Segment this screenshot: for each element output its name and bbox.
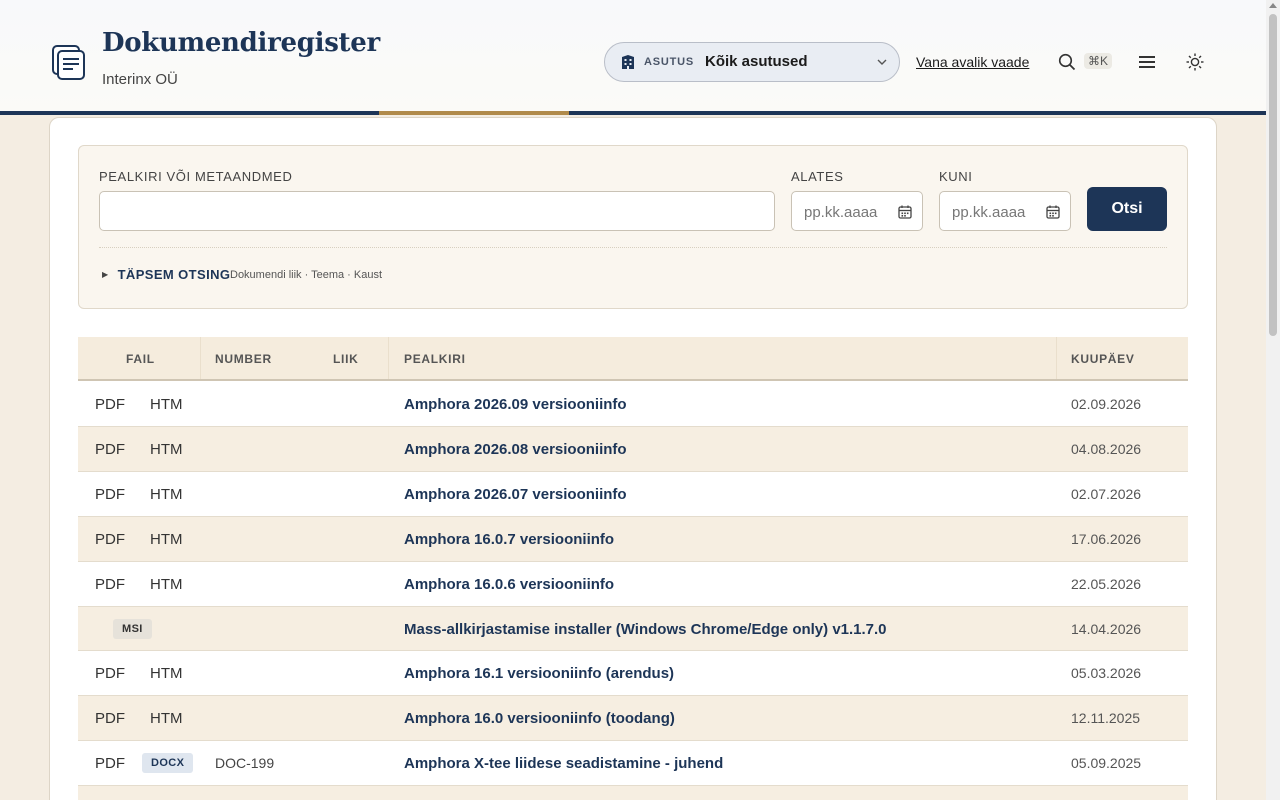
date-from-placeholder: pp.kk.aaaa bbox=[804, 204, 878, 221]
date-from-input[interactable]: pp.kk.aaaa bbox=[791, 191, 923, 231]
column-header-file[interactable]: FAIL bbox=[126, 352, 155, 366]
document-title-link[interactable]: Amphora 16.0.7 versiooniinfo bbox=[404, 531, 614, 548]
column-header-type[interactable]: LIIK bbox=[333, 352, 358, 366]
table-row[interactable]: PDF HTM Amphora 2026.09 versiooniinfo 02… bbox=[78, 382, 1188, 427]
table-row[interactable]: PDF DOCX DOC-199 Amphora X-tee liidese s… bbox=[78, 741, 1188, 786]
date-from-label: ALATES bbox=[791, 169, 844, 184]
advanced-search-hint: Dokumendi liik · Teema · Kaust bbox=[230, 269, 383, 281]
table-row[interactable]: PDF HTM Amphora 16.0 versiooniinfo (tood… bbox=[78, 696, 1188, 741]
calendar-icon[interactable] bbox=[1046, 205, 1060, 219]
document-date: 17.06.2026 bbox=[1071, 531, 1142, 547]
menu-icon[interactable] bbox=[1138, 54, 1156, 70]
app-header: Dokumendiregister Interinx OÜ ASUTUS Kõi… bbox=[0, 0, 1266, 112]
chevron-down-icon bbox=[877, 59, 887, 65]
document-title-link[interactable]: Amphora 2026.07 versiooniinfo bbox=[404, 486, 627, 503]
organization-select[interactable]: ASUTUS Kõik asutused bbox=[604, 42, 900, 82]
title-search-input[interactable] bbox=[99, 191, 775, 231]
document-title-link[interactable]: Amphora 2026.08 versiooniinfo bbox=[404, 441, 627, 458]
file-link-pdf[interactable]: PDF bbox=[95, 755, 125, 772]
triangle-right-icon: ▶ bbox=[102, 270, 109, 279]
shortcut-hint: ⌘K bbox=[1084, 53, 1113, 69]
table-header: FAIL NUMBER LIIK PEALKIRI KUUPÄEV bbox=[78, 337, 1188, 381]
file-badge-docx[interactable]: DOCX bbox=[142, 753, 194, 773]
document-date: 05.03.2026 bbox=[1071, 665, 1142, 681]
file-link-pdf[interactable]: PDF bbox=[95, 576, 125, 593]
document-date: 05.09.2025 bbox=[1071, 755, 1142, 771]
document-date: 14.04.2026 bbox=[1071, 621, 1142, 637]
header-divider bbox=[0, 111, 1266, 115]
date-to-placeholder: pp.kk.aaaa bbox=[952, 204, 1026, 221]
sun-icon[interactable] bbox=[1185, 52, 1205, 72]
advanced-search-toggle[interactable]: ▶ TÄPSEM OTSING bbox=[102, 267, 230, 282]
document-title-link[interactable]: Amphora 16.0.6 versiooniinfo bbox=[404, 576, 614, 593]
document-date: 02.09.2026 bbox=[1071, 396, 1142, 412]
organization-label: ASUTUS bbox=[644, 56, 695, 68]
filter-divider bbox=[99, 247, 1167, 248]
file-link-htm[interactable]: HTM bbox=[150, 396, 183, 413]
date-to-label: KUNI bbox=[939, 169, 973, 184]
file-badge-msi[interactable]: MSI bbox=[113, 619, 152, 639]
table-row[interactable]: PDF HTM Amphora 16.0.6 versiooniinfo 22.… bbox=[78, 562, 1188, 607]
date-to-input[interactable]: pp.kk.aaaa bbox=[939, 191, 1071, 231]
document-title-link[interactable]: Amphora 2026.09 versiooniinfo bbox=[404, 396, 627, 413]
advanced-search-label: TÄPSEM OTSING bbox=[117, 267, 231, 282]
file-link-pdf[interactable]: PDF bbox=[95, 531, 125, 548]
file-link-pdf[interactable]: PDF bbox=[95, 441, 125, 458]
file-link-pdf[interactable]: PDF bbox=[95, 710, 125, 727]
file-link-pdf[interactable]: PDF bbox=[95, 665, 125, 682]
file-link-htm[interactable]: HTM bbox=[150, 665, 183, 682]
app-subtitle: Interinx OÜ bbox=[102, 71, 178, 88]
document-title-link[interactable]: Amphora 16.0 versiooniinfo (toodang) bbox=[404, 710, 675, 727]
page-scrollbar[interactable] bbox=[1266, 0, 1280, 800]
document-title-link[interactable]: Mass-allkirjastamise installer (Windows … bbox=[404, 621, 887, 638]
table-row[interactable]: PDF HTM Amphora 2026.08 versiooniinfo 04… bbox=[78, 427, 1188, 472]
document-date: 02.07.2026 bbox=[1071, 486, 1142, 502]
file-link-pdf[interactable]: PDF bbox=[95, 396, 125, 413]
file-link-htm[interactable]: HTM bbox=[150, 576, 183, 593]
file-link-htm[interactable]: HTM bbox=[150, 710, 183, 727]
column-header-title[interactable]: PEALKIRI bbox=[404, 352, 466, 366]
calendar-icon[interactable] bbox=[898, 205, 912, 219]
table-row[interactable]: PDF HTM Amphora 2026.07 versiooniinfo 02… bbox=[78, 472, 1188, 517]
app-title[interactable]: Dokumendiregister bbox=[102, 28, 380, 58]
document-date: 12.11.2025 bbox=[1071, 710, 1141, 726]
table-row-partial[interactable] bbox=[78, 786, 1188, 800]
old-public-view-link[interactable]: Vana avalik vaade bbox=[916, 54, 1029, 70]
building-icon bbox=[622, 55, 634, 69]
file-link-htm[interactable]: HTM bbox=[150, 441, 183, 458]
document-title-link[interactable]: Amphora X-tee liidese seadistamine - juh… bbox=[404, 755, 723, 772]
document-date: 04.08.2026 bbox=[1071, 441, 1142, 457]
document-date: 22.05.2026 bbox=[1071, 576, 1142, 592]
file-link-htm[interactable]: HTM bbox=[150, 531, 183, 548]
file-link-pdf[interactable]: PDF bbox=[95, 486, 125, 503]
document-number: DOC-199 bbox=[215, 755, 275, 771]
title-field-label: PEALKIRI VÕI METAANDMED bbox=[99, 169, 293, 184]
document-title-link[interactable]: Amphora 16.1 versiooniinfo (arendus) bbox=[404, 665, 674, 682]
column-header-number[interactable]: NUMBER bbox=[215, 352, 272, 366]
search-icon[interactable] bbox=[1058, 53, 1076, 71]
column-header-date[interactable]: KUUPÄEV bbox=[1071, 352, 1135, 366]
file-link-htm[interactable]: HTM bbox=[150, 486, 183, 503]
organization-value: Kõik asutused bbox=[705, 53, 808, 70]
table-row[interactable]: MSI Mass-allkirjastamise installer (Wind… bbox=[78, 607, 1188, 651]
table-row[interactable]: PDF HTM Amphora 16.0.7 versiooniinfo 17.… bbox=[78, 517, 1188, 562]
search-button[interactable]: Otsi bbox=[1087, 187, 1167, 231]
scrollbar-thumb[interactable] bbox=[1269, 14, 1277, 336]
document-stack-icon bbox=[52, 45, 85, 80]
table-row[interactable]: PDF HTM Amphora 16.1 versiooniinfo (aren… bbox=[78, 651, 1188, 696]
